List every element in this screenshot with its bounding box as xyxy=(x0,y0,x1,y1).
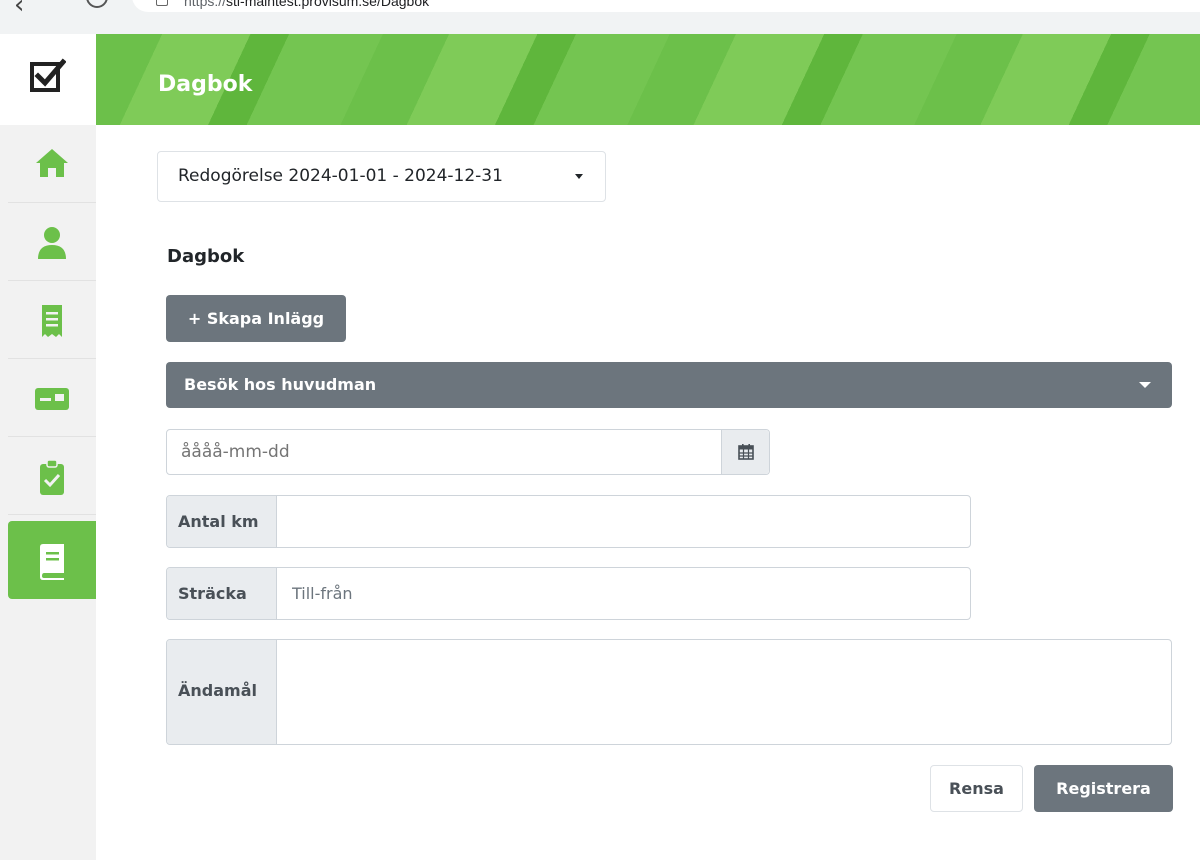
clear-button[interactable]: Rensa xyxy=(930,765,1023,812)
entry-type-label: Besök hos huvudman xyxy=(184,375,377,394)
book-icon xyxy=(40,544,64,580)
sidebar-item-home[interactable] xyxy=(8,125,96,203)
period-label: Redogörelse 2024-01-01 - 2024-12-31 xyxy=(178,166,503,186)
checkbox-logo-icon xyxy=(30,58,66,92)
route-field-group: Sträcka xyxy=(166,567,971,620)
sidebar-item-profile[interactable] xyxy=(8,203,96,281)
app-logo[interactable] xyxy=(0,34,96,125)
back-icon[interactable]: ‹ xyxy=(14,0,24,20)
site-info-icon[interactable] xyxy=(156,0,168,6)
reload-icon[interactable] xyxy=(86,0,108,8)
chevron-down-icon xyxy=(575,174,583,179)
km-field-group: Antal km xyxy=(166,495,971,548)
clipboard-check-icon xyxy=(40,459,64,495)
section-title: Dagbok xyxy=(167,246,245,267)
km-input[interactable] xyxy=(278,496,970,547)
period-dropdown[interactable]: Redogörelse 2024-01-01 - 2024-12-31 xyxy=(157,151,606,202)
route-input[interactable] xyxy=(278,568,970,619)
sidebar-item-receipts[interactable] xyxy=(8,281,96,359)
sidebar-item-id-card[interactable] xyxy=(8,359,96,437)
create-entry-button[interactable]: + Skapa Inlägg xyxy=(166,295,346,342)
purpose-label: Ändamål xyxy=(178,681,257,700)
date-field-group xyxy=(166,429,770,475)
chevron-down-icon xyxy=(1139,382,1151,388)
receipt-icon xyxy=(42,305,62,337)
route-label: Sträcka xyxy=(178,584,247,603)
register-button[interactable]: Registrera xyxy=(1034,765,1173,812)
url-text[interactable]: https://sti-maintest.provisum.se/Dagbok xyxy=(184,0,429,9)
km-addon: Antal km xyxy=(167,496,277,547)
sidebar xyxy=(0,125,96,860)
entry-type-dropdown[interactable]: Besök hos huvudman xyxy=(166,362,1172,408)
calendar-icon xyxy=(738,444,754,460)
home-icon xyxy=(36,149,68,177)
date-input[interactable] xyxy=(167,430,722,474)
calendar-button[interactable] xyxy=(721,430,769,474)
page-header: Dagbok xyxy=(96,34,1200,125)
user-icon xyxy=(38,227,66,259)
purpose-textarea[interactable] xyxy=(278,640,1171,744)
purpose-addon: Ändamål xyxy=(167,640,277,744)
route-addon: Sträcka xyxy=(167,568,277,619)
id-card-icon xyxy=(35,388,69,410)
sidebar-item-tasks[interactable] xyxy=(8,437,96,515)
sidebar-item-diary[interactable] xyxy=(8,521,96,599)
page-title: Dagbok xyxy=(158,72,253,97)
purpose-field-group: Ändamål xyxy=(166,639,1172,745)
km-label: Antal km xyxy=(178,512,259,531)
browser-toolbar: ‹ https://sti-maintest.provisum.se/Dagbo… xyxy=(0,0,1200,34)
